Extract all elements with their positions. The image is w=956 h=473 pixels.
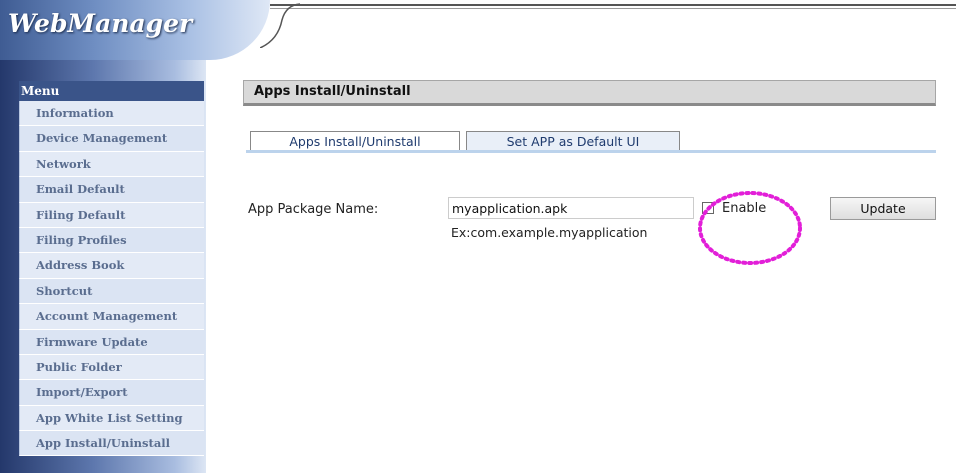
tab-set-app-as-default-ui[interactable]: Set APP as Default UI: [466, 131, 680, 152]
sidebar-item-email-default[interactable]: Email Default: [19, 177, 204, 203]
sidebar-item-address-book[interactable]: Address Book: [19, 253, 204, 279]
sidebar-item-information[interactable]: Information: [19, 101, 204, 127]
sidebar-item-firmware-update[interactable]: Firmware Update: [19, 329, 204, 355]
page-title: Apps Install/Uninstall: [243, 80, 936, 106]
header-divider: [270, 4, 956, 6]
tab-apps-install-uninstall[interactable]: Apps Install/Uninstall: [250, 131, 460, 152]
app-package-name-input[interactable]: [448, 197, 694, 219]
sidebar-item-network[interactable]: Network: [19, 151, 204, 178]
sidebar-item-device-management[interactable]: Device Management: [19, 126, 204, 152]
sidebar-item-shortcut[interactable]: Shortcut: [19, 278, 204, 305]
sidebar-item-filing-default[interactable]: Filing Default: [19, 202, 204, 228]
sidebar-item-filing-profiles[interactable]: Filing Profiles: [19, 227, 204, 254]
app-logo: WebManager: [8, 9, 193, 38]
tab-underline: [246, 150, 936, 153]
header-banner: WebManager: [0, 0, 956, 60]
highlight-circle: [698, 191, 802, 265]
header-swoosh: [260, 3, 300, 48]
menu-header: Menu: [19, 81, 204, 101]
sidebar-item-public-folder[interactable]: Public Folder: [19, 354, 204, 381]
sidebar-menu: Information Device Management Network Em…: [19, 101, 204, 457]
app-package-name-label: App Package Name:: [248, 202, 379, 217]
update-button[interactable]: Update: [830, 197, 936, 220]
sidebar-item-app-install-uninstall[interactable]: App Install/Uninstall: [19, 431, 204, 457]
package-example-hint: Ex:com.example.myapplication: [451, 225, 648, 240]
sidebar-item-account-management[interactable]: Account Management: [19, 304, 204, 330]
header-divider-secondary: [270, 8, 956, 9]
sidebar-item-import-export[interactable]: Import/Export: [19, 380, 204, 406]
sidebar-item-app-white-list-setting[interactable]: App White List Setting: [19, 405, 204, 432]
